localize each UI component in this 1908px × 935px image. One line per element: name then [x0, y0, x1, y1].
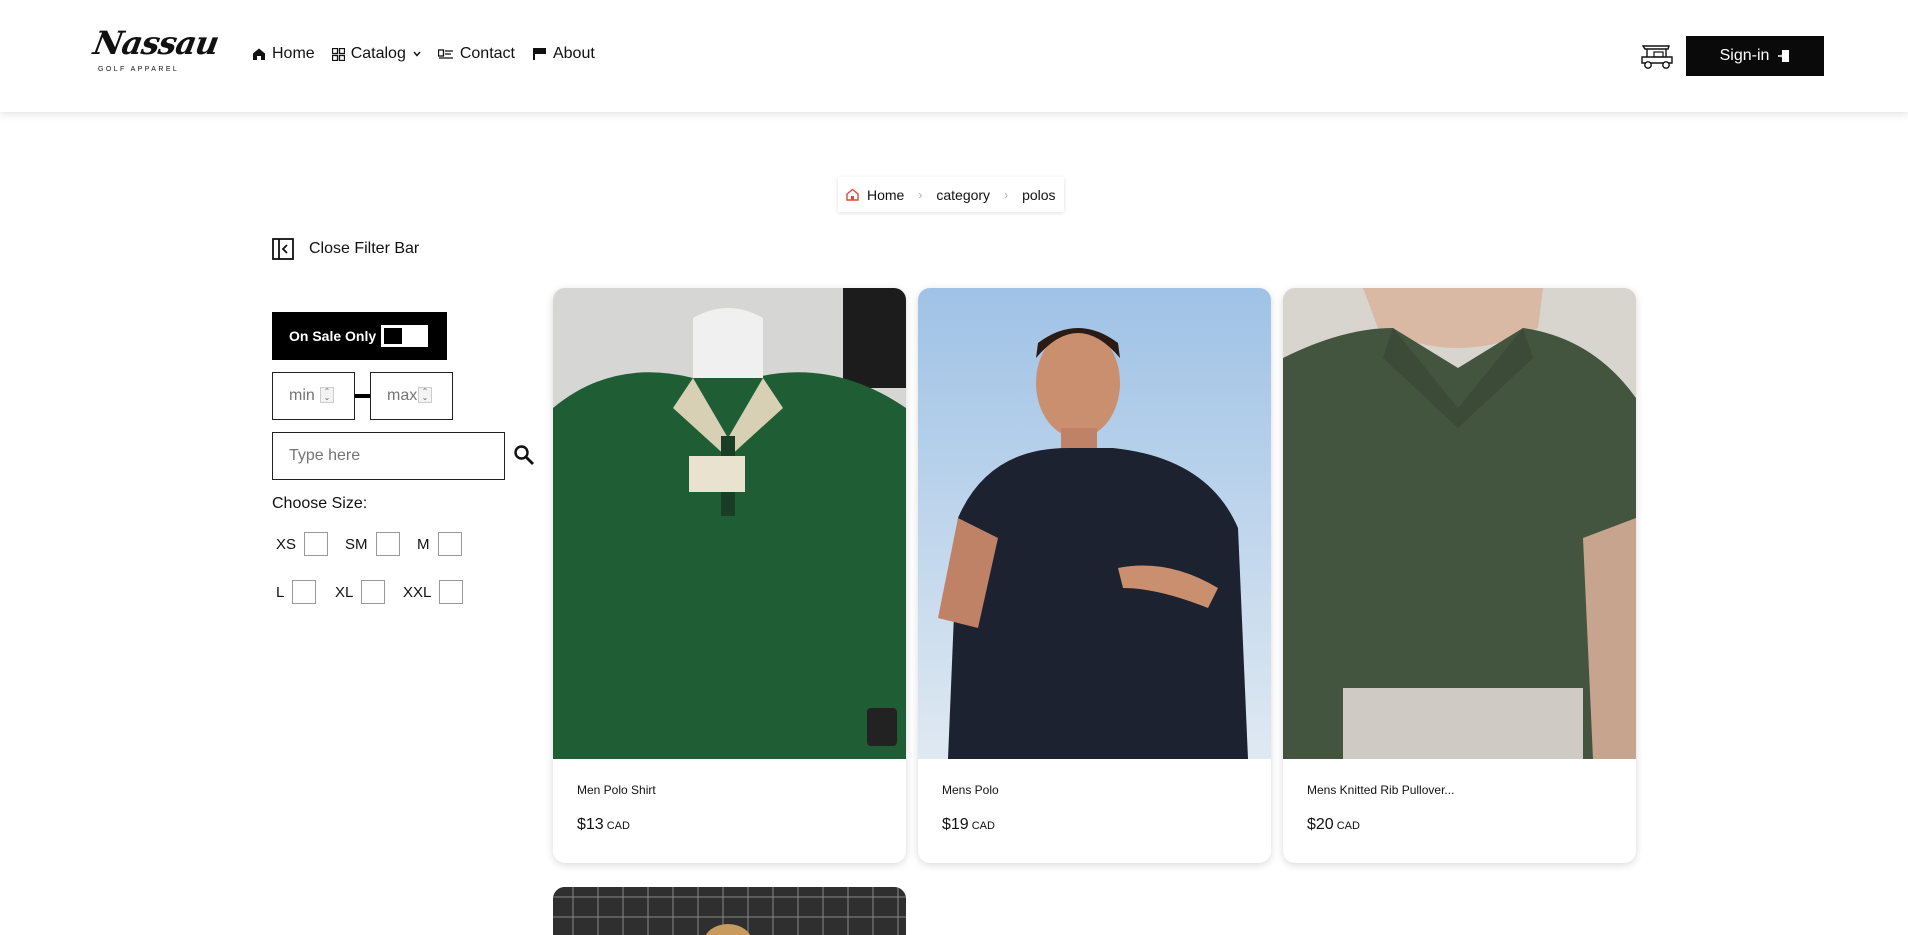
- nav-catalog[interactable]: Catalog: [331, 45, 421, 63]
- size-sm-checkbox[interactable]: [375, 532, 400, 556]
- size-m-checkbox[interactable]: [437, 532, 462, 556]
- logo-subtext: GOLF APPAREL: [98, 66, 180, 73]
- golf-cart-icon[interactable]: [1640, 42, 1674, 70]
- site-header: Nassau GOLF APPAREL Home Catalog Contact…: [0, 0, 1908, 112]
- product-price: $13 CAD: [577, 816, 630, 834]
- main-nav: Home Catalog Contact About: [252, 45, 612, 63]
- product-image[interactable]: [918, 288, 1271, 759]
- size-label: Choose Size:: [272, 495, 368, 512]
- size-xs-checkbox[interactable]: [304, 532, 329, 556]
- min-stepper-icon[interactable]: ⌃ ⌄: [320, 387, 334, 403]
- product-card[interactable]: Men Polo Shirt $13 CAD: [553, 288, 906, 863]
- product-image[interactable]: [553, 288, 906, 759]
- product-price: $20 CAD: [1307, 816, 1360, 834]
- product-name[interactable]: Mens Polo: [942, 783, 999, 797]
- size-m-label: M: [417, 535, 430, 553]
- brand-logo[interactable]: Nassau GOLF APPAREL: [91, 24, 222, 78]
- sign-in-button[interactable]: Sign-in: [1686, 36, 1824, 76]
- size-xl-checkbox[interactable]: [361, 580, 386, 604]
- search-input[interactable]: [272, 432, 505, 480]
- toggle-knob: [384, 328, 402, 344]
- size-l-checkbox[interactable]: [292, 580, 317, 604]
- max-price-input[interactable]: [370, 372, 453, 420]
- product-card[interactable]: Mens Knitted Rib Pullover... $20 CAD: [1283, 288, 1636, 863]
- product-image[interactable]: [1283, 288, 1636, 759]
- flag-icon: [532, 48, 546, 60]
- price-currency: CAD: [1336, 820, 1360, 832]
- nav-home[interactable]: Home: [252, 45, 315, 63]
- size-xxl-label: XXL: [403, 583, 432, 601]
- price-amount: $19: [942, 816, 969, 833]
- range-dash: [355, 394, 370, 398]
- breadcrumb: Home › category › polos: [838, 177, 1064, 212]
- breadcrumb-category[interactable]: category: [936, 187, 990, 203]
- product-price: $19 CAD: [942, 816, 995, 834]
- breadcrumb-current: polos: [1022, 186, 1056, 203]
- nav-contact[interactable]: Contact: [437, 45, 515, 63]
- close-filter-bar-label: Close Filter Bar: [309, 240, 420, 257]
- grid-icon: [331, 47, 345, 61]
- nav-catalog-label: Catalog: [350, 45, 406, 62]
- size-option-m: M: [417, 532, 462, 556]
- size-option-xs: XS: [276, 532, 329, 556]
- price-amount: $20: [1307, 816, 1334, 833]
- toggle-switch[interactable]: [381, 325, 428, 347]
- size-sm-label: SM: [345, 535, 368, 553]
- price-amount: $13: [577, 816, 604, 833]
- sidebar-collapse-icon: [272, 238, 294, 260]
- chevron-right-icon: ›: [1004, 187, 1009, 202]
- home-icon: [846, 188, 859, 201]
- home-icon: [253, 48, 265, 60]
- size-xxl-checkbox[interactable]: [439, 580, 464, 604]
- product-name[interactable]: Mens Knitted Rib Pullover...: [1307, 783, 1454, 797]
- nav-contact-label: Contact: [459, 45, 515, 62]
- max-stepper-icon[interactable]: ⌃ ⌄: [418, 387, 432, 403]
- size-xl-label: XL: [335, 583, 354, 601]
- breadcrumb-home[interactable]: Home: [846, 187, 904, 203]
- sign-in-label: Sign-in: [1719, 47, 1770, 64]
- door-enter-icon: [1778, 50, 1790, 62]
- nav-about[interactable]: About: [532, 45, 595, 63]
- size-option-l: L: [276, 580, 317, 604]
- breadcrumb-home-label: Home: [867, 186, 905, 203]
- nav-about-label: About: [552, 45, 595, 62]
- contact-card-icon: [437, 49, 453, 59]
- product-image[interactable]: [553, 887, 906, 935]
- close-filter-bar-button[interactable]: Close Filter Bar: [272, 238, 419, 260]
- size-option-xl: XL: [335, 580, 386, 604]
- logo-script-text: Nassau: [90, 24, 222, 62]
- chevron-right-icon: ›: [918, 187, 923, 202]
- product-name[interactable]: Men Polo Shirt: [577, 783, 656, 797]
- min-price-input[interactable]: [272, 372, 355, 420]
- size-l-label: L: [276, 583, 285, 601]
- search-icon[interactable]: [512, 443, 536, 467]
- size-option-sm: SM: [345, 532, 400, 556]
- price-currency: CAD: [606, 820, 630, 832]
- nav-home-label: Home: [272, 45, 315, 62]
- price-currency: CAD: [971, 820, 995, 832]
- on-sale-toggle[interactable]: On Sale Only: [272, 312, 447, 360]
- product-card[interactable]: Mens Polo $19 CAD: [918, 288, 1271, 863]
- on-sale-label: On Sale Only: [289, 328, 377, 344]
- size-xs-label: XS: [276, 535, 297, 553]
- size-option-xxl: XXL: [403, 580, 464, 604]
- product-card[interactable]: [553, 887, 906, 935]
- chevron-down-icon: [413, 51, 421, 57]
